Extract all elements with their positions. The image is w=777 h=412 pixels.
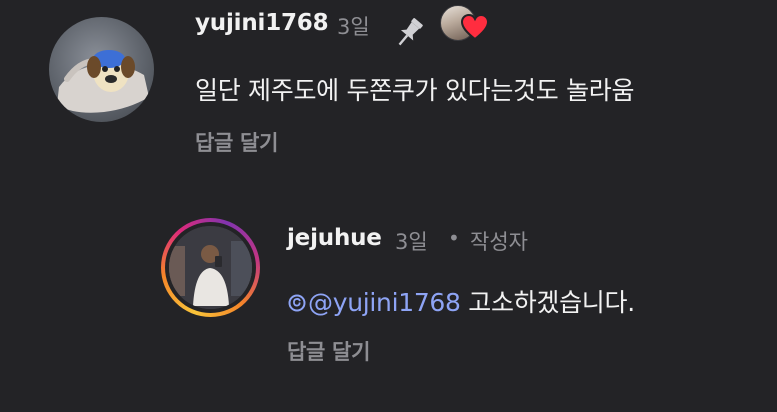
reply-button[interactable]: 답글 달기 bbox=[195, 127, 278, 157]
comment-text: 일단 제주도에 두쫀쿠가 있다는것도 놀라움 bbox=[195, 76, 635, 105]
comment-time: 3일 bbox=[337, 15, 370, 39]
mention-link[interactable]: @yujini1768 bbox=[287, 288, 461, 317]
comment-time: 3일 bbox=[395, 230, 428, 254]
plush-toy-icon bbox=[57, 50, 149, 113]
threads-mention-icon bbox=[288, 294, 306, 312]
person-icon bbox=[169, 226, 252, 309]
comment-username[interactable]: jejuhue bbox=[287, 225, 382, 251]
story-ring-gap bbox=[165, 222, 256, 313]
pin-icon bbox=[398, 18, 423, 46]
avatar[interactable] bbox=[161, 218, 260, 317]
separator-dot: • bbox=[448, 226, 460, 250]
reply-button[interactable]: 답글 달기 bbox=[287, 336, 370, 366]
liked-by-author-badge bbox=[440, 5, 490, 43]
heart-icon bbox=[460, 13, 490, 41]
comment-text: @yujini1768 고소하겠습니다. bbox=[287, 283, 635, 319]
comment-thread: yujini1768 3일 일단 제주도에 두쫀쿠가 있다는것도 놀라움 답글 … bbox=[0, 0, 777, 412]
comment-username[interactable]: yujini1768 bbox=[195, 10, 329, 36]
author-badge: 작성자 bbox=[470, 230, 528, 254]
person-photo bbox=[169, 226, 252, 309]
comment-text-body: 고소하겠습니다. bbox=[460, 288, 635, 317]
mention-text: @yujini1768 bbox=[308, 288, 461, 317]
avatar[interactable] bbox=[49, 17, 154, 122]
